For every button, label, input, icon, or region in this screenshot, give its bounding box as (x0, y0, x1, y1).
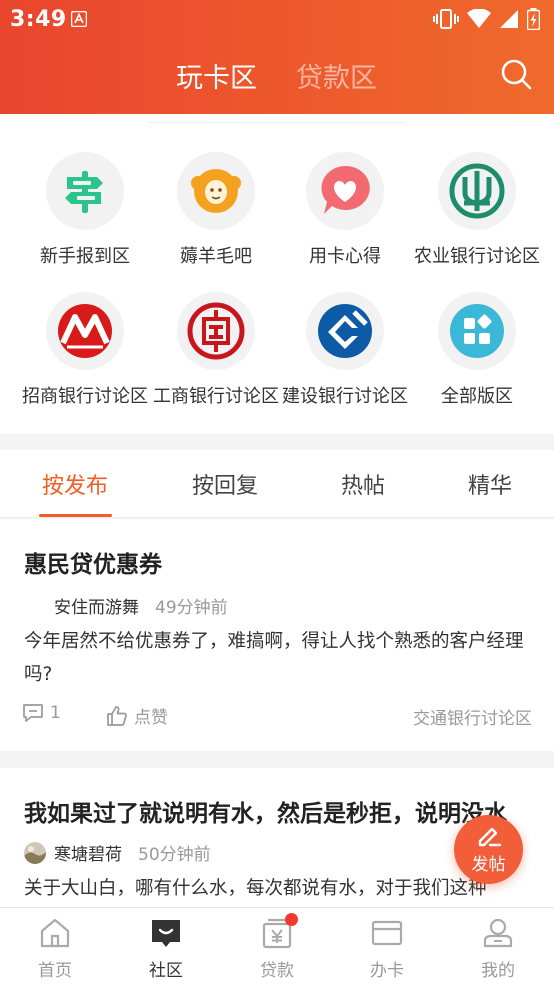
forum-newbie[interactable]: 新手报到区 (16, 152, 154, 282)
forum-label: 用卡心得 (309, 246, 381, 267)
abc-bank-icon (438, 152, 516, 230)
post-author-row: 寒塘碧荷 50分钟前 (24, 840, 211, 865)
nav-label: 我的 (481, 961, 515, 981)
tab-by-reply[interactable]: 按回复 (170, 468, 280, 500)
post-body[interactable]: 今年居然不给优惠券了，难搞啊，得让人找个熟悉的客户经理吗? (24, 625, 534, 691)
author-name[interactable]: 安住而游舞 (54, 593, 139, 618)
comment-count-value: 1 (50, 703, 61, 723)
comment-icon (23, 704, 43, 722)
signpost-icon (46, 152, 124, 230)
forum-grid: 新手报到区 薅羊毛吧 用卡心得 农业银行讨论区 招商银行讨论区 工商银行讨论区 … (0, 114, 554, 434)
signal-icon (500, 10, 518, 28)
post-title[interactable]: 我如果过了就说明有水，然后是秒拒，说明没水 (24, 794, 524, 828)
status-bar: 3:49 (0, 0, 554, 38)
avatar[interactable] (24, 841, 46, 864)
icbc-bank-icon (177, 292, 255, 370)
forum-ccb[interactable]: 建设银行讨论区 (276, 292, 414, 422)
card-icon (371, 920, 403, 946)
nav-loan[interactable]: 贷款 (222, 908, 332, 984)
forum-label: 全部版区 (441, 386, 513, 407)
like-button[interactable]: 点赞 (106, 703, 168, 728)
post-time: 49分钟前 (155, 598, 228, 618)
community-icon (152, 920, 180, 947)
notification-app-icon (71, 11, 87, 27)
tab-card-zone[interactable]: 玩卡区 (176, 56, 257, 95)
tab-hot[interactable]: 热帖 (308, 468, 418, 500)
comment-count[interactable]: 1 (22, 703, 61, 723)
cmb-bank-icon (46, 292, 124, 370)
forum-card-tips[interactable]: 用卡心得 (276, 152, 414, 282)
nav-home[interactable]: 首页 (0, 908, 110, 984)
all-sections-icon (438, 292, 516, 370)
forum-label: 新手报到区 (40, 246, 130, 267)
forum-label: 农业银行讨论区 (414, 246, 540, 267)
forum-all-sections[interactable]: 全部版区 (408, 292, 546, 422)
new-post-label: 发帖 (471, 855, 506, 875)
forum-label: 招商银行讨论区 (22, 386, 148, 407)
forum-deals[interactable]: 薅羊毛吧 (147, 152, 285, 282)
forum-label: 建设银行讨论区 (282, 386, 408, 407)
new-post-button[interactable]: 发帖 (454, 815, 523, 884)
notification-badge (285, 913, 298, 926)
search-icon[interactable] (500, 58, 532, 90)
battery-icon (527, 8, 540, 30)
tab-featured[interactable]: 精华 (435, 468, 545, 500)
nav-label: 贷款 (260, 961, 294, 981)
forum-icbc[interactable]: 工商银行讨论区 (147, 292, 285, 422)
home-icon (40, 918, 70, 948)
status-time: 3:49 (10, 7, 67, 32)
thumbs-up-icon (107, 705, 127, 726)
like-label: 点赞 (134, 708, 168, 728)
nav-label: 社区 (149, 961, 183, 981)
sheep-icon (177, 152, 255, 230)
bottom-nav: 首页 社区 贷款 办卡 我的 (0, 907, 554, 984)
forum-cmb[interactable]: 招商银行讨论区 (16, 292, 154, 422)
wifi-icon (467, 9, 491, 28)
nav-card[interactable]: 办卡 (332, 908, 442, 984)
forum-label: 薅羊毛吧 (180, 246, 252, 267)
nav-label: 办卡 (370, 961, 404, 981)
forum-abc[interactable]: 农业银行讨论区 (408, 152, 546, 282)
post-author-row: 安住而游舞 49分钟前 (24, 593, 228, 618)
tab-loan-zone[interactable]: 贷款区 (296, 56, 377, 95)
header: 3:49 玩卡区 贷款区 (0, 0, 554, 114)
sort-tabs: 按发布 按回复 热帖 精华 (0, 450, 554, 518)
status-icons (433, 8, 540, 30)
top-tabs: 玩卡区 贷款区 (0, 56, 554, 96)
ccb-bank-icon (306, 292, 384, 370)
profile-icon (483, 918, 513, 948)
nav-community[interactable]: 社区 (111, 908, 221, 984)
tab-by-newest[interactable]: 按发布 (20, 468, 130, 500)
post-stats: 1 点赞 交通银行讨论区 (22, 703, 532, 729)
forum-label: 工商银行讨论区 (153, 386, 279, 407)
post-title[interactable]: 惠民贷优惠券 (24, 545, 524, 579)
divider (148, 122, 406, 123)
post-forum-tag[interactable]: 交通银行讨论区 (413, 704, 532, 729)
post-time: 50分钟前 (138, 845, 211, 865)
author-name[interactable]: 寒塘碧荷 (54, 840, 122, 865)
nav-profile[interactable]: 我的 (443, 908, 553, 984)
post-card[interactable]: 惠民贷优惠券 安住而游舞 49分钟前 今年居然不给优惠券了，难搞啊，得让人找个熟… (0, 519, 554, 751)
active-tab-indicator (39, 514, 112, 517)
avatar[interactable] (24, 595, 46, 617)
heart-chat-icon (306, 152, 384, 230)
nav-label: 首页 (38, 961, 72, 981)
post-body[interactable]: 关于大山白，哪有什么水，每次都说有水，对于我们这种 (24, 872, 534, 905)
vibrate-icon (433, 9, 459, 29)
pencil-icon (478, 827, 501, 847)
